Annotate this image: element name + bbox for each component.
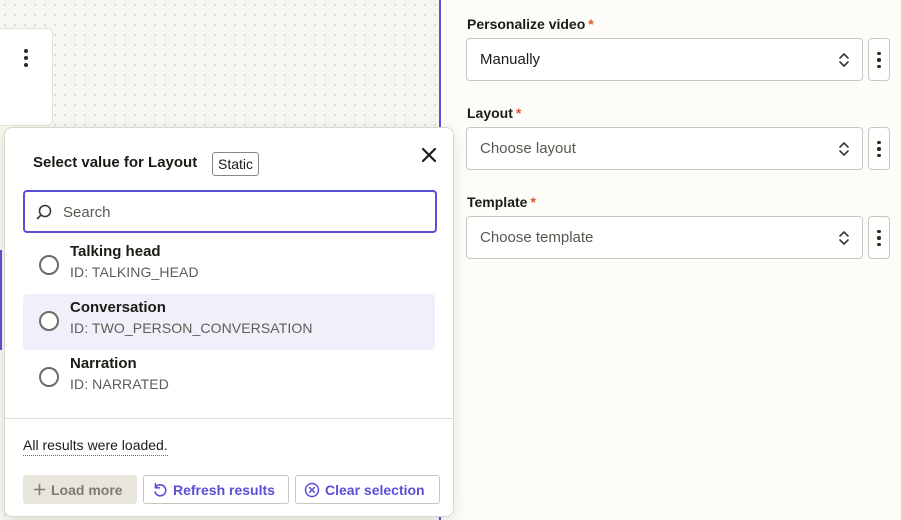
button-label: Refresh results — [173, 481, 275, 498]
button-label: Load more — [51, 481, 123, 498]
select-value: Manually — [480, 51, 541, 68]
load-more-button[interactable]: Load more — [23, 475, 137, 504]
kebab-icon — [876, 227, 882, 249]
field-label: Template * — [467, 194, 536, 210]
template-options-button[interactable] — [868, 216, 890, 259]
required-mark: * — [588, 16, 594, 32]
option-conversation[interactable]: Conversation ID: TWO_PERSON_CONVERSATION — [23, 294, 435, 350]
layout-options-button[interactable] — [868, 127, 890, 170]
option-label: Narration — [70, 355, 137, 372]
chevron-updown-icon — [839, 53, 849, 67]
required-mark: * — [530, 194, 536, 210]
kebab-icon — [876, 49, 882, 71]
personalize-video-options-button[interactable] — [868, 38, 890, 81]
option-id: ID: NARRATED — [70, 376, 169, 392]
step-menu-kebab-icon[interactable] — [21, 47, 31, 69]
field-label: Personalize video * — [467, 16, 594, 32]
option-id: ID: TWO_PERSON_CONVERSATION — [70, 320, 313, 336]
search-input[interactable] — [63, 200, 423, 224]
layout-select[interactable]: Choose layout — [466, 127, 863, 170]
chevron-updown-icon — [839, 142, 849, 156]
kebab-icon — [876, 138, 882, 160]
template-select[interactable]: Choose template — [466, 216, 863, 259]
button-label: Clear selection — [325, 481, 425, 498]
select-placeholder: Choose layout — [480, 140, 576, 157]
radio-button[interactable] — [39, 311, 59, 331]
static-badge: Static — [212, 152, 260, 176]
search-box — [23, 190, 437, 233]
refresh-results-button[interactable]: Refresh results — [143, 475, 289, 504]
option-label: Conversation — [70, 299, 166, 316]
select-placeholder: Choose template — [480, 229, 594, 246]
chevron-updown-icon — [839, 231, 849, 245]
popover-title: Select value for Layout — [33, 154, 198, 171]
option-id: ID: TALKING_HEAD — [70, 264, 199, 280]
required-mark: * — [515, 105, 522, 121]
clear-selection-button[interactable]: Clear selection — [295, 475, 440, 504]
option-talking-head[interactable]: Talking head ID: TALKING_HEAD — [23, 238, 435, 294]
step-card[interactable] — [0, 28, 53, 126]
plus-icon — [33, 483, 46, 496]
option-narration[interactable]: Narration ID: NARRATED — [23, 350, 435, 406]
results-status: All results were loaded. — [23, 437, 168, 456]
search-icon — [36, 204, 52, 220]
personalize-video-select[interactable]: Manually — [466, 38, 863, 81]
radio-button[interactable] — [39, 367, 59, 387]
close-icon[interactable] — [419, 145, 439, 165]
field-label: Layout * — [467, 105, 522, 121]
radio-button[interactable] — [39, 255, 59, 275]
divider — [5, 418, 453, 419]
select-value-popover: Select value for Layout Static Talking h… — [4, 127, 454, 517]
clear-circle-icon — [304, 482, 320, 497]
option-label: Talking head — [70, 243, 161, 260]
refresh-icon — [154, 482, 167, 497]
